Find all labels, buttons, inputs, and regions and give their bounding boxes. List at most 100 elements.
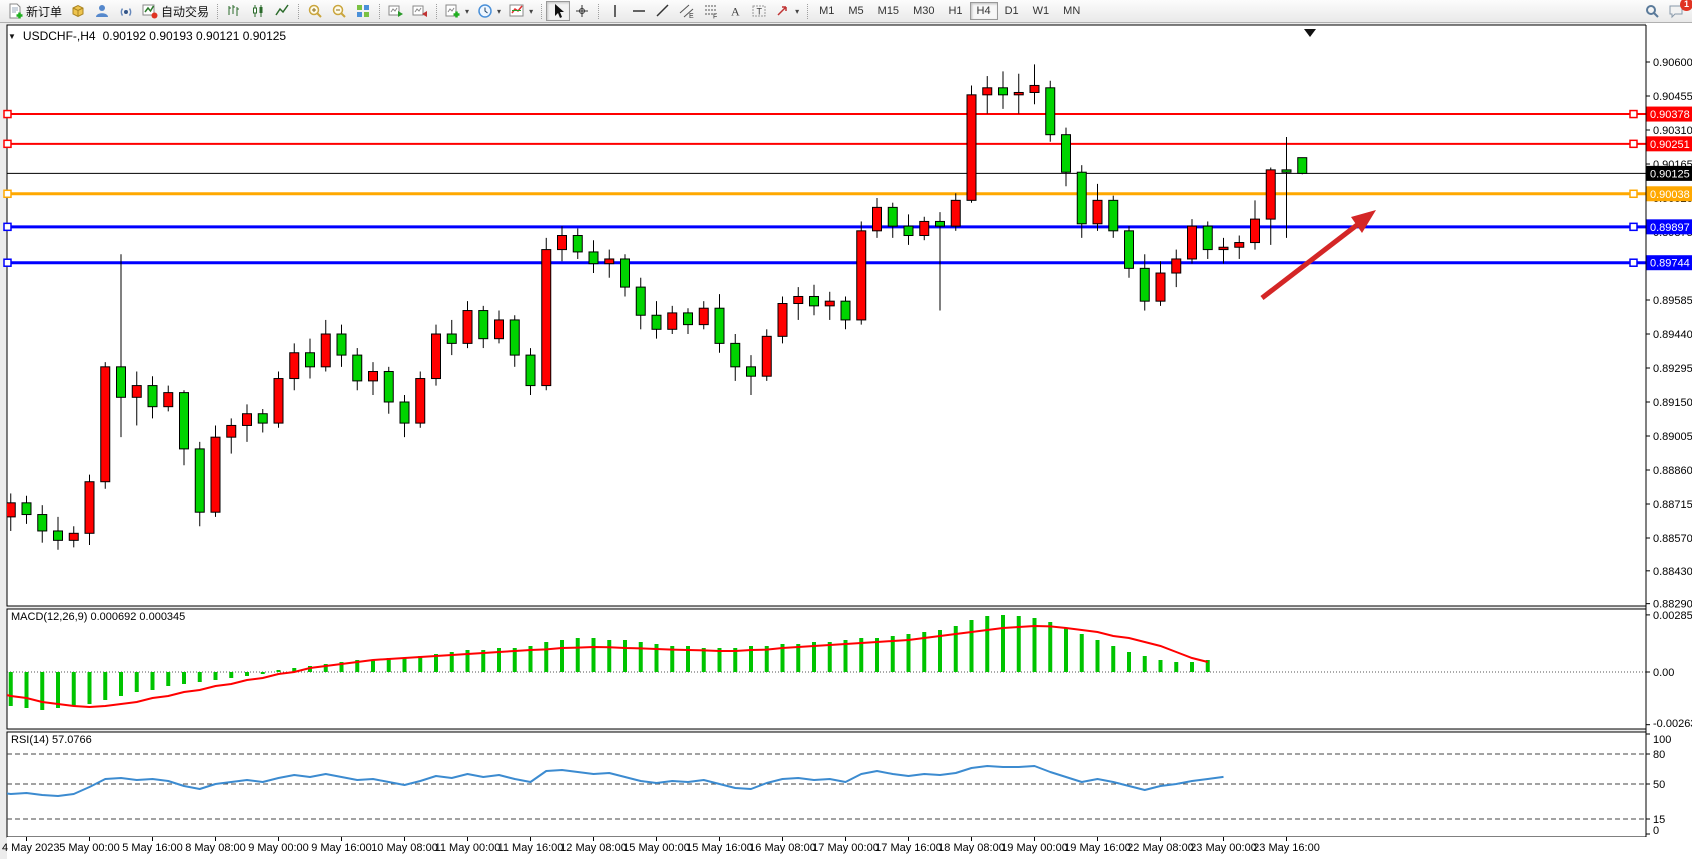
timeframe-m30[interactable]: M30: [906, 2, 941, 20]
new-chart-button[interactable]: ▾: [441, 1, 473, 21]
new-order-icon: [7, 3, 23, 19]
svg-text:0.89295: 0.89295: [1653, 363, 1692, 375]
svg-text:0.89744: 0.89744: [1650, 258, 1690, 270]
timeframe-m15[interactable]: M15: [871, 2, 906, 20]
chart-symbol-period: USDCHF-,H4: [23, 29, 96, 43]
toolbar-separator: [217, 4, 218, 19]
chart-ohlc: 0.90192 0.90193 0.90121 0.90125: [103, 29, 287, 43]
svg-text:23 May 16:00: 23 May 16:00: [1253, 842, 1320, 854]
svg-text:T: T: [757, 7, 763, 17]
notification-badge: 1: [1680, 0, 1692, 11]
auto-scroll-button[interactable]: [384, 1, 408, 21]
crosshair-button[interactable]: [570, 1, 594, 21]
zoom-out-button[interactable]: [327, 1, 351, 21]
vertical-line-button[interactable]: [603, 1, 627, 21]
svg-text:19 May 16:00: 19 May 16:00: [1064, 842, 1131, 854]
svg-text:0.90600: 0.90600: [1653, 57, 1692, 69]
svg-text:0.90378: 0.90378: [1650, 109, 1690, 121]
svg-text:50: 50: [1653, 779, 1665, 791]
svg-text:0.88860: 0.88860: [1653, 465, 1692, 477]
data-window-button[interactable]: [90, 1, 114, 21]
new-chart-icon: [445, 3, 461, 19]
data-window-icon: [94, 3, 110, 19]
trendline-icon: [655, 3, 671, 19]
svg-text:0.90125: 0.90125: [1650, 168, 1690, 180]
candlestick-icon: [250, 3, 266, 19]
clock-icon: [477, 3, 493, 19]
horizontal-line-button[interactable]: [627, 1, 651, 21]
svg-text:22 May 08:00: 22 May 08:00: [1127, 842, 1194, 854]
chart-menu-triangle-icon[interactable]: ▼: [8, 32, 16, 41]
timeframe-w1[interactable]: W1: [1026, 2, 1057, 20]
toolbar-separator: [298, 4, 299, 19]
autotrading-button[interactable]: 自动交易: [138, 1, 213, 21]
navigator-button[interactable]: [114, 1, 138, 21]
line-chart-icon: [274, 3, 290, 19]
zoom-out-icon: [331, 3, 347, 19]
svg-text:9 May 00:00: 9 May 00:00: [248, 842, 309, 854]
svg-text:0.89585: 0.89585: [1653, 295, 1692, 307]
bar-chart-icon: [226, 3, 242, 19]
svg-text:0.88715: 0.88715: [1653, 499, 1692, 511]
new-order-button[interactable]: 新订单: [3, 1, 66, 21]
svg-text:15 May 16:00: 15 May 16:00: [686, 842, 753, 854]
svg-text:17 May 00:00: 17 May 00:00: [812, 842, 879, 854]
text-button[interactable]: A: [723, 1, 747, 21]
svg-text:11 May 16:00: 11 May 16:00: [498, 842, 564, 854]
line-chart-button[interactable]: [270, 1, 294, 21]
dropdown-caret-icon: ▾: [465, 7, 469, 16]
timeframe-h4[interactable]: H4: [970, 2, 998, 20]
chart-shift-button[interactable]: [408, 1, 432, 21]
svg-text:12 May 08:00: 12 May 08:00: [560, 842, 627, 854]
svg-text:16 May 08:00: 16 May 08:00: [749, 842, 816, 854]
fibonacci-button[interactable]: F: [699, 1, 723, 21]
timeframe-mn[interactable]: MN: [1056, 2, 1087, 20]
cursor-button[interactable]: [546, 1, 570, 21]
cursor-icon: [550, 3, 566, 19]
dropdown-caret-icon: ▾: [529, 7, 533, 16]
channel-icon: E: [679, 3, 695, 19]
tile-windows-button[interactable]: [351, 1, 375, 21]
svg-text:0.90038: 0.90038: [1650, 189, 1690, 201]
candlestick-button[interactable]: [246, 1, 270, 21]
text-icon: A: [727, 3, 743, 19]
arrows-shapes-button[interactable]: ▾: [771, 1, 803, 21]
chart-canvas[interactable]: 0.906000.904550.903100.901650.900200.898…: [0, 23, 1692, 859]
timeframe-d1[interactable]: D1: [998, 2, 1026, 20]
svg-text:0.88290: 0.88290: [1653, 599, 1692, 611]
notifications-button[interactable]: 1: [1664, 1, 1689, 21]
text-label-button[interactable]: T: [747, 1, 771, 21]
svg-text:15 May 00:00: 15 May 00:00: [623, 842, 690, 854]
svg-text:5 May 00:00: 5 May 00:00: [59, 842, 120, 854]
svg-text:F: F: [713, 14, 717, 20]
market-watch-icon: [70, 3, 86, 19]
search-button[interactable]: [1640, 1, 1664, 21]
bar-chart-button[interactable]: [222, 1, 246, 21]
indicators-button[interactable]: ▾: [505, 1, 537, 21]
svg-text:0.88430: 0.88430: [1653, 566, 1692, 578]
timeframe-m1[interactable]: M1: [812, 2, 841, 20]
dropdown-caret-icon: ▾: [795, 7, 799, 16]
svg-text:10 May 08:00: 10 May 08:00: [371, 842, 438, 854]
svg-text:18 May 08:00: 18 May 08:00: [938, 842, 1005, 854]
new-order-label: 新订单: [26, 3, 62, 20]
toolbar-separator: [541, 4, 542, 19]
tile-windows-icon: [355, 3, 371, 19]
zoom-in-button[interactable]: [303, 1, 327, 21]
chart-shift-icon: [412, 3, 428, 19]
profiles-button[interactable]: ▾: [473, 1, 505, 21]
toolbar-separator: [807, 4, 808, 19]
svg-text:100: 100: [1653, 734, 1671, 746]
svg-text:19 May 00:00: 19 May 00:00: [1001, 842, 1068, 854]
svg-text:5 May 16:00: 5 May 16:00: [122, 842, 183, 854]
svg-text:9 May 16:00: 9 May 16:00: [311, 842, 372, 854]
trendline-button[interactable]: [651, 1, 675, 21]
dropdown-caret-icon: ▾: [497, 7, 501, 16]
vertical-line-icon: [607, 3, 623, 19]
navigator-icon: [118, 3, 134, 19]
timeframe-h1[interactable]: H1: [941, 2, 969, 20]
timeframe-m5[interactable]: M5: [841, 2, 870, 20]
equidistant-channel-button[interactable]: E: [675, 1, 699, 21]
market-watch-button[interactable]: [66, 1, 90, 21]
fibonacci-icon: F: [703, 3, 719, 19]
